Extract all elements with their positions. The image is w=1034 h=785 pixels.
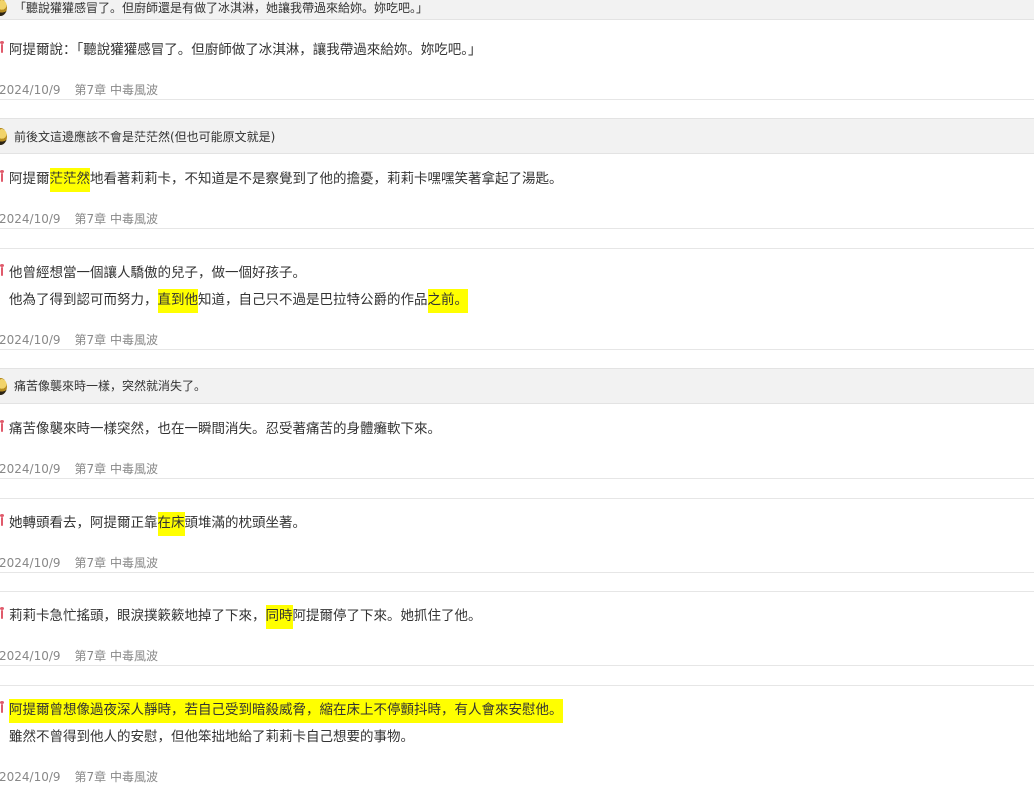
- highlighted-text[interactable]: 之前。: [427, 289, 468, 313]
- divider: [0, 591, 1034, 592]
- note-1-quote: 「聽說獾獾感冒了。但廚師還是有做了冰淇淋，她讓我帶過來給妳。妳吃吧。」: [14, 1, 429, 15]
- note-3-line-2[interactable]: 他為了得到認可而努力，直到他知道，自己只不過是巴拉特公爵的作品之前。: [9, 289, 468, 313]
- note-marker-icon: [0, 170, 4, 182]
- note-5-line-1[interactable]: 她轉頭看去，阿提爾正靠在床頭堆滿的枕頭坐著。: [9, 512, 307, 536]
- note-chapter-link[interactable]: 第7章 中毒風波: [75, 83, 158, 97]
- avatar-icon: [0, 128, 7, 145]
- note-date: 2024/10/9: [0, 770, 61, 784]
- note-1-meta: 2024/10/9 第7章 中毒風波: [0, 81, 158, 98]
- divider: [0, 498, 1034, 499]
- note-date: 2024/10/9: [0, 212, 61, 226]
- note-text: 阿提爾: [9, 171, 50, 187]
- note-6-line-1[interactable]: 莉莉卡急忙搖頭，眼淚撲簌簌地掉了下來，同時阿提爾停了下來。她抓住了他。: [9, 605, 482, 629]
- note-marker-icon: [0, 264, 4, 276]
- note-4-quote-bar: 痛苦像襲來時一樣，突然就消失了。: [0, 368, 1034, 404]
- note-marker-icon: [0, 420, 4, 432]
- note-chapter-link[interactable]: 第7章 中毒風波: [75, 212, 158, 226]
- note-3-line-1[interactable]: 他曾經想當一個讓人驕傲的兒子，做一個好孩子。: [9, 263, 306, 283]
- note-2-line-1[interactable]: 阿提爾茫茫然地看著莉莉卡，不知道是不是察覺到了他的擔憂，莉莉卡嘿嘿笑著拿起了湯匙…: [9, 168, 563, 192]
- divider: [0, 478, 1034, 479]
- highlighted-text[interactable]: 同時: [265, 605, 293, 629]
- note-chapter-link[interactable]: 第7章 中毒風波: [75, 462, 158, 476]
- note-date: 2024/10/9: [0, 83, 61, 97]
- note-text: 莉莉卡急忙搖頭，眼淚撲簌簌地掉了下來，: [9, 608, 266, 624]
- note-4-meta: 2024/10/9 第7章 中毒風波: [0, 460, 158, 477]
- note-text: 阿提爾說：「聽說獾獾感冒了。但廚師做了冰淇淋，讓我帶過來給妳。妳吃吧。」: [9, 42, 482, 58]
- divider: [0, 685, 1034, 686]
- divider: [0, 665, 1034, 666]
- note-7-meta: 2024/10/9 第7章 中毒風波: [0, 768, 158, 785]
- note-date: 2024/10/9: [0, 462, 61, 476]
- note-2-quote: 前後文這邊應該不會是茫茫然(但也可能原文就是): [14, 130, 276, 144]
- divider: [0, 248, 1034, 249]
- divider: [0, 572, 1034, 573]
- note-4-quote: 痛苦像襲來時一樣，突然就消失了。: [14, 379, 207, 393]
- note-chapter-link[interactable]: 第7章 中毒風波: [75, 770, 158, 784]
- note-text: 她轉頭看去，阿提爾正靠: [9, 515, 158, 531]
- avatar-icon: [0, 0, 7, 16]
- note-date: 2024/10/9: [0, 333, 61, 347]
- note-marker-icon: [0, 41, 4, 53]
- note-7-line-2[interactable]: 雖然不曾得到他人的安慰，但他笨拙地給了莉莉卡自己想要的事物。: [9, 727, 414, 747]
- note-text: 頭堆滿的枕頭坐著。: [184, 515, 307, 531]
- note-text: 阿提爾停了下來。她抓住了他。: [292, 608, 482, 624]
- note-text: 痛苦像襲來時一樣突然，也在一瞬間消失。忍受著痛苦的身體癱軟下來。: [9, 421, 441, 437]
- highlighted-text[interactable]: 直到他: [157, 289, 198, 313]
- note-1-line-1[interactable]: 阿提爾說：「聽說獾獾感冒了。但廚師做了冰淇淋，讓我帶過來給妳。妳吃吧。」: [9, 40, 482, 60]
- note-2-quote-bar: 前後文這邊應該不會是茫茫然(但也可能原文就是): [0, 118, 1034, 154]
- avatar-icon: [0, 378, 7, 395]
- note-2-meta: 2024/10/9 第7章 中毒風波: [0, 210, 158, 227]
- note-text: 地看著莉莉卡，不知道是不是察覺到了他的擔憂，莉莉卡嘿嘿笑著拿起了湯匙。: [90, 171, 563, 187]
- note-6-meta: 2024/10/9 第7章 中毒風波: [0, 647, 158, 664]
- divider: [0, 228, 1034, 229]
- note-marker-icon: [0, 607, 4, 619]
- note-3-meta: 2024/10/9 第7章 中毒風波: [0, 331, 158, 348]
- note-7-line-1[interactable]: 阿提爾曾想像過夜深人靜時，若自己受到暗殺威脅，縮在床上不停顫抖時，有人會來安慰他…: [9, 699, 563, 723]
- highlighted-text[interactable]: 茫茫然: [49, 168, 90, 192]
- note-chapter-link[interactable]: 第7章 中毒風波: [75, 649, 158, 663]
- divider: [0, 99, 1034, 100]
- note-chapter-link[interactable]: 第7章 中毒風波: [75, 556, 158, 570]
- note-marker-icon: [0, 701, 4, 713]
- note-text: 他為了得到認可而努力，: [9, 292, 158, 308]
- note-text: 知道，自己只不過是巴拉特公爵的作品: [198, 292, 428, 308]
- note-marker-icon: [0, 514, 4, 526]
- note-chapter-link[interactable]: 第7章 中毒風波: [75, 333, 158, 347]
- note-text: 雖然不曾得到他人的安慰，但他笨拙地給了莉莉卡自己想要的事物。: [9, 729, 414, 745]
- highlighted-text[interactable]: 在床: [157, 512, 185, 536]
- highlighted-text[interactable]: 阿提爾曾想像過夜深人靜時，若自己受到暗殺威脅，縮在床上不停顫抖時，有人會來安慰他…: [9, 699, 563, 723]
- note-4-line-1[interactable]: 痛苦像襲來時一樣突然，也在一瞬間消失。忍受著痛苦的身體癱軟下來。: [9, 419, 441, 439]
- note-date: 2024/10/9: [0, 649, 61, 663]
- note-5-meta: 2024/10/9 第7章 中毒風波: [0, 554, 158, 571]
- note-1-quote-bar: 「聽說獾獾感冒了。但廚師還是有做了冰淇淋，她讓我帶過來給妳。妳吃吧。」: [0, 0, 1034, 20]
- divider: [0, 349, 1034, 350]
- note-date: 2024/10/9: [0, 556, 61, 570]
- note-text: 他曾經想當一個讓人驕傲的兒子，做一個好孩子。: [9, 265, 306, 281]
